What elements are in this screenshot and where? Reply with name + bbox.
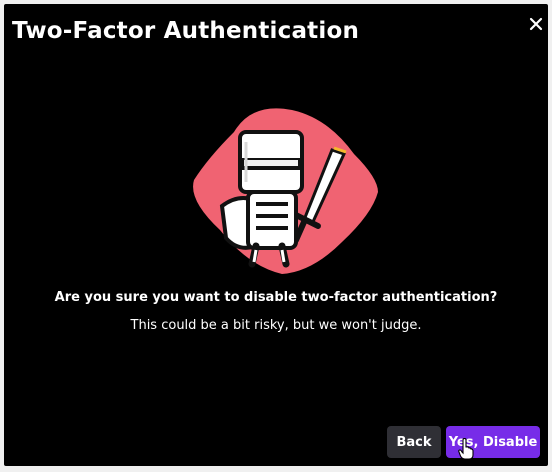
confirmation-subtext: This could be a bit risky, but we won't … xyxy=(130,318,422,333)
back-button[interactable]: Back xyxy=(387,426,441,458)
modal-title: Two-Factor Authentication xyxy=(12,18,360,44)
close-icon xyxy=(529,17,543,31)
knight-illustration xyxy=(193,108,378,274)
yes-disable-button[interactable]: Yes, Disable xyxy=(446,426,540,458)
close-button[interactable] xyxy=(526,14,546,34)
two-factor-modal: Two-Factor Authentication Are you sure y… xyxy=(4,4,548,466)
screen-frame: Two-Factor Authentication Are you sure y… xyxy=(0,0,552,472)
confirmation-question: Are you sure you want to disable two-fac… xyxy=(54,290,498,305)
